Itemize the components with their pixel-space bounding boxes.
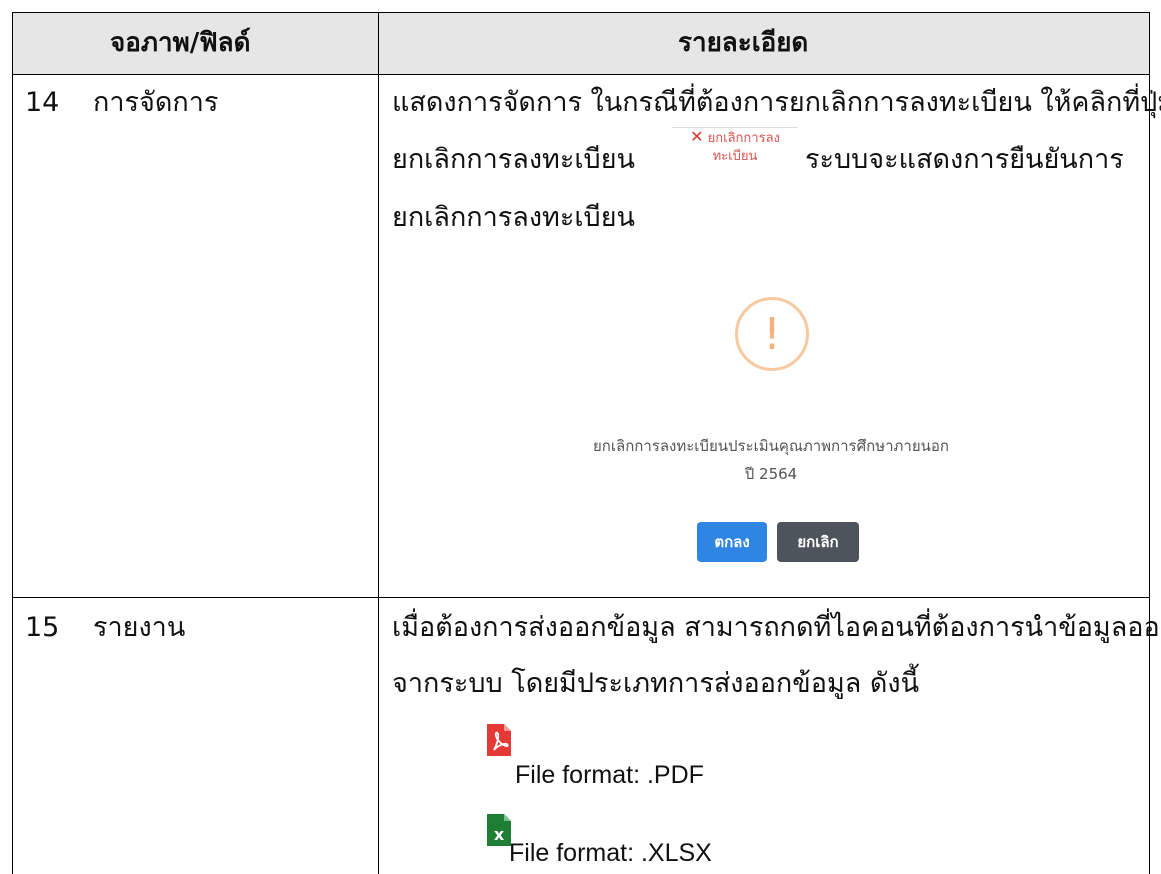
dialog-year: ปี 2564 — [744, 465, 798, 483]
confirm-button[interactable]: ตกลง — [697, 522, 767, 562]
cancel-registration-label-2: ทะเบียน — [712, 149, 758, 164]
row-field: การจัดการ — [93, 87, 219, 118]
row-description: แสดงการจัดการ ในกรณีที่ต้องการยกเลิกการล… — [392, 87, 1161, 118]
pdf-icon[interactable] — [485, 724, 513, 756]
xlsx-format-label: File format: .XLSX — [509, 839, 712, 867]
header-detail: รายละเอียด — [678, 28, 809, 58]
row-field: รายงาน — [93, 612, 186, 643]
pdf-format-label: File format: .PDF — [515, 761, 704, 789]
row-description: เมื่อต้องการส่งออกข้อมูล สามารถกดที่ไอคอ… — [392, 612, 1161, 643]
dialog-message: ยกเลิกการลงทะเบียนประเมินคุณภาพการศึกษาภ… — [593, 437, 949, 455]
table-border-left — [12, 12, 13, 874]
table-border-row — [12, 597, 1150, 598]
cancel-registration-label: ยกเลิกการลง — [707, 131, 780, 146]
row-description: จากระบบ โดยมีประเภทการส่งออกข้อมูล ดังนี… — [392, 668, 920, 699]
row-description: ยกเลิกการลงทะเบียน — [392, 144, 635, 175]
document-table: จอภาพ/ฟิลด์ รายละเอียด 14 การจัดการ แสดง… — [0, 0, 1161, 874]
cancel-button[interactable]: ยกเลิก — [777, 522, 859, 562]
warning-icon: ! — [735, 297, 809, 371]
cancel-registration-button[interactable]: ✕ ยกเลิกการลง ทะเบียน — [672, 127, 798, 186]
table-border-top — [12, 12, 1150, 13]
table-border-middle — [378, 12, 379, 874]
close-icon: ✕ — [690, 127, 704, 146]
svg-text:x: x — [494, 825, 505, 844]
row-description: ยกเลิกการลงทะเบียน — [392, 202, 635, 233]
header-field: จอภาพ/ฟิลด์ — [110, 28, 251, 58]
row-number: 14 — [25, 87, 60, 118]
table-border-right — [1149, 12, 1150, 874]
table-border-header — [12, 74, 1150, 75]
row-number: 15 — [25, 612, 60, 643]
row-description: ระบบจะแสดงการยืนยันการ — [805, 144, 1124, 175]
